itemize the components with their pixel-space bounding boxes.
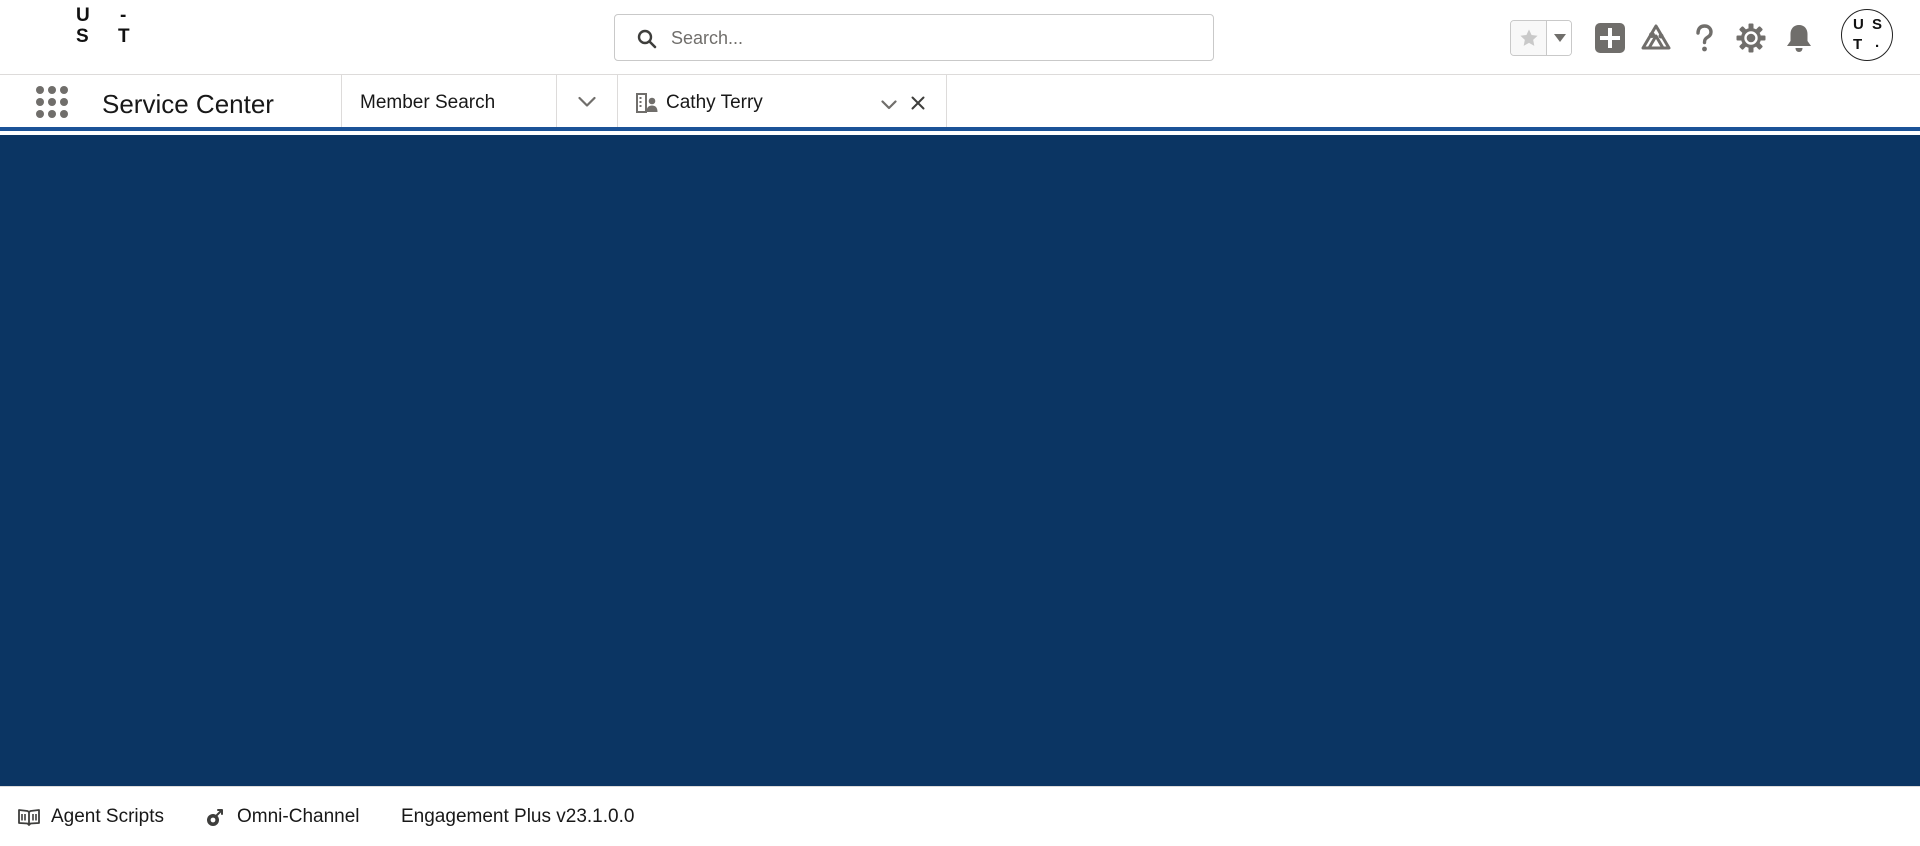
avatar-dot: .	[1875, 34, 1880, 51]
utility-engagement-plus-label: Engagement Plus v23.1.0.0	[401, 806, 635, 827]
app-name: Service Center	[102, 89, 274, 119]
favorites-group	[1510, 20, 1572, 56]
nav-divider	[946, 75, 947, 127]
help-button[interactable]	[1688, 22, 1720, 54]
tab-cathy-terry[interactable]: Cathy Terry	[618, 75, 946, 127]
book-icon	[18, 809, 40, 826]
close-icon	[911, 96, 925, 110]
logo-letter-dash: -	[120, 5, 127, 26]
search-icon	[637, 29, 657, 49]
help-icon	[1696, 24, 1713, 52]
omni-channel-icon	[207, 809, 223, 826]
trailhead-button[interactable]	[1640, 22, 1672, 54]
utility-omni-channel[interactable]: Omni-Channel	[205, 806, 365, 830]
nav-accent-underline	[0, 127, 1920, 131]
main-content-area	[0, 135, 1920, 786]
chevron-down-icon	[578, 96, 596, 107]
global-actions-button[interactable]	[1594, 22, 1626, 54]
favorites-dropdown-button[interactable]	[1546, 21, 1571, 55]
global-search[interactable]	[614, 14, 1214, 61]
user-avatar[interactable]: U S T .	[1841, 9, 1893, 61]
tab-member-search-label: Member Search	[360, 92, 496, 113]
trailhead-icon	[1641, 24, 1671, 50]
setup-gear-icon	[1736, 23, 1766, 53]
logo-letter-s: S	[76, 26, 89, 47]
tab-cathy-terry-close-button[interactable]	[911, 96, 925, 115]
utility-agent-scripts[interactable]: Agent Scripts	[18, 806, 168, 830]
utility-agent-scripts-label: Agent Scripts	[51, 806, 164, 827]
nav-divider	[556, 75, 557, 127]
avatar-letter-s: S	[1872, 16, 1883, 33]
utility-engagement-plus[interactable]: Engagement Plus v23.1.0.0	[401, 806, 661, 830]
nav-menu-dropdown-button[interactable]	[578, 95, 596, 113]
avatar-letter-t: T	[1853, 36, 1863, 53]
navigation-bar: Service Center Member Search Cathy Terry	[0, 75, 1920, 131]
favorites-star-button[interactable]	[1511, 21, 1546, 55]
global-header: U - S T Search... U S T .	[0, 0, 1920, 75]
app-launcher-button[interactable]	[35, 85, 69, 119]
tab-cathy-terry-label: Cathy Terry	[666, 92, 763, 113]
utility-omni-channel-label: Omni-Channel	[237, 806, 360, 827]
notifications-button[interactable]	[1783, 22, 1815, 54]
logo-letter-t: T	[118, 26, 130, 47]
logo-letter-u: U	[76, 5, 90, 26]
tab-member-search[interactable]: Member Search	[342, 75, 556, 127]
search-input[interactable]	[671, 23, 1191, 53]
company-logo[interactable]: U - S T	[70, 6, 150, 48]
waffle-icon	[36, 86, 68, 118]
star-icon	[1520, 29, 1538, 46]
chevron-down-icon	[881, 100, 897, 110]
chevron-down-icon	[1554, 34, 1566, 42]
avatar-letter-u: U	[1853, 16, 1864, 33]
setup-button[interactable]	[1735, 22, 1767, 54]
contact-record-icon	[636, 93, 658, 113]
add-icon	[1595, 23, 1625, 53]
tab-cathy-terry-menu-button[interactable]	[881, 97, 897, 115]
notifications-bell-icon	[1787, 25, 1811, 52]
utility-bar: Agent Scripts Omni-Channel Engagement Pl…	[0, 786, 1920, 846]
